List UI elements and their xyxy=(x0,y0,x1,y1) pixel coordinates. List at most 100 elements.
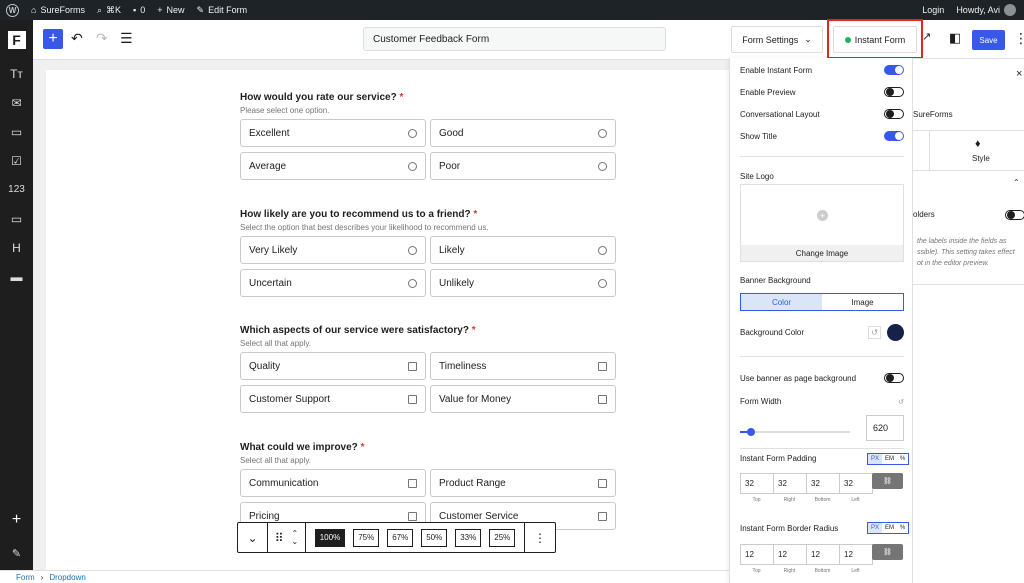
account-menu[interactable]: Howdy, Avi xyxy=(950,0,1024,20)
width-option-67[interactable]: 67% xyxy=(387,528,414,547)
site-logo-dropzone[interactable]: + Change Image xyxy=(740,184,904,262)
question-block[interactable]: How likely are you to recommend us to a … xyxy=(240,209,616,297)
pen-icon[interactable]: ✎ xyxy=(0,547,33,560)
width-option-25[interactable]: 25% xyxy=(489,528,516,547)
question-block[interactable]: What could we improve? * Select all that… xyxy=(240,442,616,530)
use-banner-toggle[interactable] xyxy=(884,373,904,383)
options-menu-icon[interactable]: ⋮ xyxy=(1014,30,1024,47)
unit-em[interactable]: EM xyxy=(882,523,897,533)
slider-thumb[interactable] xyxy=(747,428,755,436)
undo-icon[interactable]: ↶ xyxy=(71,30,83,47)
radius-bottom-input[interactable]: 12 xyxy=(806,544,840,565)
radius-right-input[interactable]: 12 xyxy=(773,544,807,565)
radio-option[interactable]: Unlikely xyxy=(430,269,616,297)
breadcrumb-form[interactable]: Form xyxy=(16,573,35,582)
question-block[interactable]: How would you rate our service? * Please… xyxy=(240,92,616,180)
document-overview-icon[interactable]: ☰ xyxy=(120,30,133,47)
padding-top-input[interactable]: 32 xyxy=(740,473,774,494)
command-palette-link[interactable]: ⌕ ⌘K xyxy=(91,0,127,20)
unit-percent[interactable]: % xyxy=(897,454,908,464)
radio-option[interactable]: Average xyxy=(240,152,426,180)
unit-px[interactable]: PX xyxy=(868,523,883,533)
background-color-swatch[interactable] xyxy=(887,324,904,341)
form-title-field[interactable]: Customer Feedback Form xyxy=(363,27,666,51)
question-help: Select all that apply. xyxy=(240,339,312,348)
change-image-button[interactable]: Change Image xyxy=(741,245,903,261)
show-title-toggle[interactable] xyxy=(884,131,904,141)
close-icon[interactable]: × xyxy=(1016,68,1022,80)
block-options-button[interactable]: ⋮ xyxy=(525,523,555,552)
padding-left-input[interactable]: 32 xyxy=(839,473,873,494)
link-values-icon[interactable]: ⛓ xyxy=(872,544,903,560)
checkbox-icon xyxy=(598,511,607,521)
radius-left-input[interactable]: 12 xyxy=(839,544,873,565)
wordpress-menu[interactable]: W xyxy=(0,0,25,20)
reset-icon[interactable]: ↺ xyxy=(868,326,881,339)
enable-preview-toggle[interactable] xyxy=(884,87,904,97)
form-width-input[interactable]: 620 xyxy=(866,415,904,441)
heading-block-icon[interactable]: Tт xyxy=(0,67,33,81)
settings-sidebar-icon[interactable]: ◧ xyxy=(949,30,961,46)
edit-form-link[interactable]: ✎ Edit Form xyxy=(191,0,254,20)
unit-percent[interactable]: % xyxy=(897,523,908,533)
payment-block-icon[interactable]: ▬ xyxy=(0,270,33,284)
checkbox-option[interactable]: Timeliness xyxy=(430,352,616,380)
reset-icon[interactable]: ↺ xyxy=(898,398,904,406)
form-width-slider[interactable] xyxy=(740,428,850,436)
radius-top-input[interactable]: 12 xyxy=(740,544,774,565)
question-block[interactable]: Which aspects of our service were satisf… xyxy=(240,325,616,413)
site-name-link[interactable]: ⌂ SureForms xyxy=(25,0,91,20)
breadcrumb-dropdown[interactable]: Dropdown xyxy=(49,573,85,582)
redo-icon[interactable]: ↷ xyxy=(96,30,108,47)
move-arrows: ⌃ ⌄ xyxy=(292,529,299,546)
radio-icon xyxy=(598,278,607,288)
admin-bar: W ⌂ SureForms ⌕ ⌘K ▪ 0 + New ✎ Edit Form Logi… xyxy=(0,0,1024,20)
unit-px[interactable]: PX xyxy=(868,454,883,464)
width-option-75[interactable]: 75% xyxy=(353,528,380,547)
checkbox-option[interactable]: Customer Support xyxy=(240,385,426,413)
move-down-icon[interactable]: ⌄ xyxy=(292,537,299,546)
avatar xyxy=(1004,4,1016,16)
checkbox-option[interactable]: Quality xyxy=(240,352,426,380)
textarea-block-icon[interactable]: ▭ xyxy=(0,125,33,139)
heading-h-block-icon[interactable]: H xyxy=(0,241,33,255)
external-link-icon[interactable]: ↗ xyxy=(922,30,931,43)
conversational-layout-toggle[interactable] xyxy=(884,109,904,119)
checkbox-option[interactable]: Communication xyxy=(240,469,426,497)
radio-option[interactable]: Good xyxy=(430,119,616,147)
add-block-button[interactable]: + xyxy=(43,29,63,49)
padding-bottom-input[interactable]: 32 xyxy=(806,473,840,494)
site-icon-button[interactable]: F xyxy=(0,19,33,60)
block-transform-button[interactable]: ⌄ xyxy=(238,523,268,552)
placeholders-toggle[interactable] xyxy=(1005,210,1024,220)
form-settings-button[interactable]: Form Settings ⌄ xyxy=(731,26,823,53)
style-tab[interactable]: Style xyxy=(972,154,990,163)
radio-option[interactable]: Poor xyxy=(430,152,616,180)
radio-option[interactable]: Likely xyxy=(430,236,616,264)
save-button[interactable]: Save xyxy=(972,30,1005,50)
new-content-link[interactable]: + New xyxy=(151,0,190,20)
radio-option[interactable]: Uncertain xyxy=(240,269,426,297)
banner-color-tab[interactable]: Color xyxy=(741,294,822,310)
chevron-up-icon[interactable]: ⌃ xyxy=(1013,178,1020,187)
number-block-icon[interactable]: 123 xyxy=(0,184,33,195)
checkbox-option[interactable]: Product Range xyxy=(430,469,616,497)
enable-instant-form-toggle[interactable] xyxy=(884,65,904,75)
width-option-100[interactable]: 100% xyxy=(314,528,346,547)
plus-icon[interactable]: + xyxy=(0,511,33,529)
login-link[interactable]: Login xyxy=(916,0,950,20)
radio-option[interactable]: Very Likely xyxy=(240,236,426,264)
banner-image-tab[interactable]: Image xyxy=(822,294,903,310)
padding-right-input[interactable]: 32 xyxy=(773,473,807,494)
unit-em[interactable]: EM xyxy=(882,454,897,464)
drag-handle-icon[interactable]: ⠿ xyxy=(275,531,284,545)
link-values-icon[interactable]: ⛓ xyxy=(872,473,903,489)
checkbox-option[interactable]: Value for Money xyxy=(430,385,616,413)
radio-option[interactable]: Excellent xyxy=(240,119,426,147)
width-option-50[interactable]: 50% xyxy=(421,528,448,547)
comments-link[interactable]: ▪ 0 xyxy=(127,0,151,20)
checkbox-block-icon[interactable]: ☑ xyxy=(0,154,33,168)
width-option-33[interactable]: 33% xyxy=(455,528,482,547)
email-block-icon[interactable]: ✉ xyxy=(0,96,33,110)
input-block-icon[interactable]: ▭ xyxy=(0,212,33,226)
